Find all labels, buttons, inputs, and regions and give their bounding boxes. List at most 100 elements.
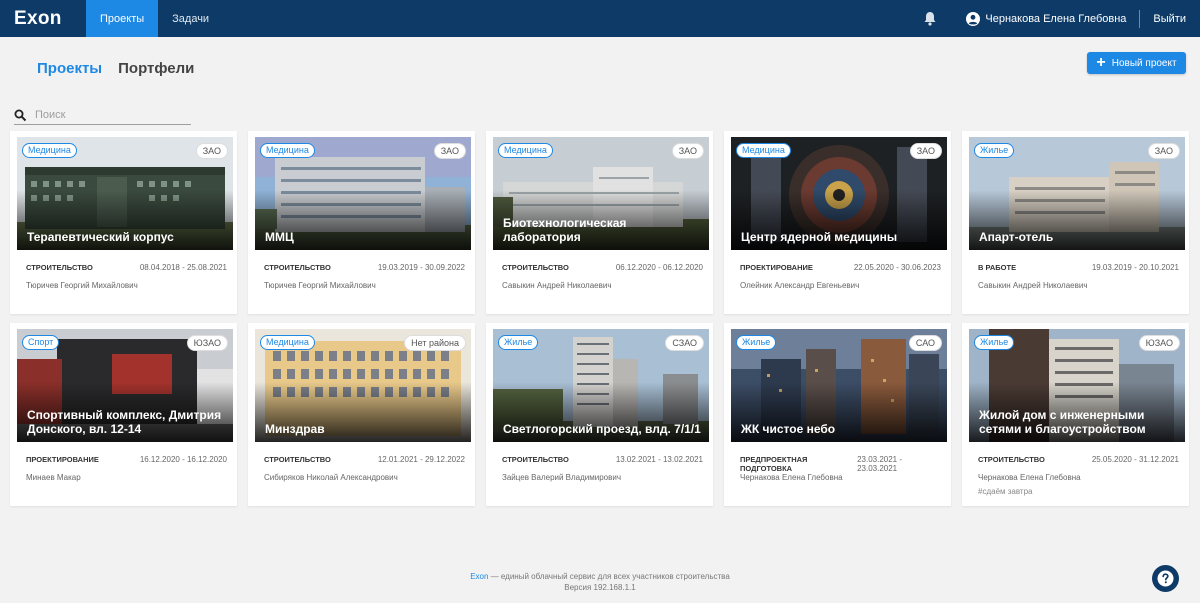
project-manager: Савыкин Андрей Николаевич <box>978 281 1088 290</box>
project-card[interactable]: Медицина ЗАО Биотехнологическая лаборато… <box>486 131 713 314</box>
category-tag[interactable]: Медицина <box>498 143 553 158</box>
new-project-label: Новый проект <box>1111 57 1177 69</box>
project-card[interactable]: Медицина ЗАО ММЦ СТРОИТЕЛЬСТВО 19.03.201… <box>248 131 475 314</box>
project-image: Медицина Нет района Минздрав <box>255 329 471 442</box>
project-image: Медицина ЗАО Терапевтический корпус <box>17 137 233 250</box>
nav-tab-tasks[interactable]: Задачи <box>158 0 223 37</box>
category-tag[interactable]: Жилье <box>498 335 539 350</box>
project-manager: Сибиряков Николай Александрович <box>264 473 398 482</box>
project-stage: СТРОИТЕЛЬСТВО <box>264 263 331 272</box>
project-dates: 19.03.2019 - 30.09.2022 <box>377 263 465 272</box>
category-tag[interactable]: Медицина <box>260 143 315 158</box>
project-grid: Медицина ЗАО Терапевтический корпус СТРО… <box>10 131 1189 506</box>
user-menu[interactable]: Чернакова Елена Глебовна <box>966 11 1126 26</box>
category-tag[interactable]: Жилье <box>736 335 777 350</box>
project-stage: СТРОИТЕЛЬСТВО <box>264 455 331 464</box>
nav-tab-projects[interactable]: Проекты <box>86 0 159 37</box>
logout-link[interactable]: Выйти <box>1153 13 1186 25</box>
project-card[interactable]: Медицина Нет района Минздрав СТРОИТЕЛЬСТ… <box>248 323 475 506</box>
project-hashtag[interactable]: #сдаём завтра <box>978 487 1033 496</box>
project-image: Спорт ЮЗАО Спортивный комплекс, Дмитрия … <box>17 329 233 442</box>
project-title[interactable]: Биотехнологическая лаборатория <box>503 216 701 244</box>
project-title[interactable]: Минздрав <box>265 422 463 436</box>
tab-projects[interactable]: Проекты <box>37 60 102 77</box>
project-stage: СТРОИТЕЛЬСТВО <box>26 263 93 272</box>
project-dates: 25.05.2020 - 31.12.2021 <box>1091 455 1179 464</box>
project-dates: 06.12.2020 - 06.12.2020 <box>615 263 703 272</box>
project-stage: ПРОЕКТИРОВАНИЕ <box>26 455 99 464</box>
project-title[interactable]: Центр ядерной медицины <box>741 230 939 244</box>
project-title[interactable]: Спортивный комплекс, Дмитрия Донского, в… <box>27 408 225 436</box>
nav-divider <box>1139 9 1141 28</box>
project-card[interactable]: Жилье САО ЖК чистое небо ПРЕДПРОЕКТНАЯ П… <box>724 323 951 506</box>
help-icon <box>1157 570 1174 587</box>
project-title[interactable]: ММЦ <box>265 230 463 244</box>
footer: Exon — единый облачный сервис для всех у… <box>0 571 1200 593</box>
category-tag[interactable]: Медицина <box>22 143 77 158</box>
footer-brand-link[interactable]: Exon <box>470 572 488 581</box>
footer-version: Версия 192.168.1.1 <box>564 583 636 592</box>
district-badge: ЗАО <box>1147 143 1180 159</box>
project-dates: 19.03.2019 - 20.10.2021 <box>1091 263 1179 272</box>
project-manager: Зайцев Валерий Владимирович <box>502 473 622 482</box>
project-meta: СТРОИТЕЛЬСТВО 13.02.2021 - 13.02.2021 <box>502 455 703 464</box>
project-card[interactable]: Спорт ЮЗАО Спортивный комплекс, Дмитрия … <box>10 323 237 506</box>
new-project-button[interactable]: + Новый проект <box>1087 52 1186 74</box>
project-image: Жилье ЮЗАО Жилой дом с инженерными сетям… <box>969 329 1185 442</box>
project-stage: В РАБОТЕ <box>978 263 1017 272</box>
project-stage: СТРОИТЕЛЬСТВО <box>502 455 569 464</box>
search-icon <box>14 109 27 121</box>
top-navbar: Exon Проекты Задачи Чернакова Елена Глеб… <box>0 0 1200 37</box>
project-meta: СТРОИТЕЛЬСТВО 12.01.2021 - 29.12.2022 <box>264 455 465 464</box>
plus-icon: + <box>1096 54 1106 71</box>
project-manager: Савыкин Андрей Николаевич <box>502 281 612 290</box>
search-bar[interactable] <box>14 106 191 125</box>
project-meta: ПРОЕКТИРОВАНИЕ 22.05.2020 - 30.06.2023 <box>740 263 941 272</box>
project-card[interactable]: Жилье СЗАО Светлогорский проезд, влд. 7/… <box>486 323 713 506</box>
category-tag[interactable]: Медицина <box>736 143 791 158</box>
user-avatar-icon <box>966 11 981 26</box>
search-input[interactable] <box>35 109 185 121</box>
project-image: Медицина ЗАО ММЦ <box>255 137 471 250</box>
district-badge: СЗАО <box>665 335 704 351</box>
footer-tagline: — единый облачный сервис для всех участн… <box>488 572 730 581</box>
project-card[interactable]: Медицина ЗАО Центр ядерной медицины ПРОЕ… <box>724 131 951 314</box>
project-title[interactable]: Апарт-отель <box>979 230 1177 244</box>
district-badge: ЗАО <box>909 143 942 159</box>
page-tabs: Проекты Портфели <box>37 60 194 77</box>
district-badge: ЮЗАО <box>1138 335 1180 351</box>
project-dates: 16.12.2020 - 16.12.2020 <box>139 455 227 464</box>
project-dates: 13.02.2021 - 13.02.2021 <box>615 455 703 464</box>
project-dates: 23.03.2021 - 23.03.2021 <box>857 455 903 473</box>
project-image: Жилье ЗАО Апарт-отель <box>969 137 1185 250</box>
project-manager: Чернакова Елена Глебовна <box>740 473 843 482</box>
category-tag[interactable]: Медицина <box>260 335 315 350</box>
project-stage: ПРЕДПРОЕКТНАЯ ПОДГОТОВКА <box>740 455 808 473</box>
district-badge: САО <box>908 335 942 351</box>
project-title[interactable]: Жилой дом с инженерными сетями и благоус… <box>979 408 1177 436</box>
help-button[interactable] <box>1152 565 1179 592</box>
project-title[interactable]: Терапевтический корпус <box>27 230 225 244</box>
district-badge: ЮЗАО <box>186 335 228 351</box>
project-image: Жилье СЗАО Светлогорский проезд, влд. 7/… <box>493 329 709 442</box>
project-card[interactable]: Жилье ЗАО Апарт-отель В РАБОТЕ 19.03.201… <box>962 131 1189 314</box>
project-meta: В РАБОТЕ 19.03.2019 - 20.10.2021 <box>978 263 1179 272</box>
project-meta: СТРОИТЕЛЬСТВО 06.12.2020 - 06.12.2020 <box>502 263 703 272</box>
project-manager: Олейник Александр Евгеньевич <box>740 281 860 290</box>
tab-portfolios[interactable]: Портфели <box>118 60 194 77</box>
project-image: Жилье САО ЖК чистое небо <box>731 329 947 442</box>
project-card[interactable]: Медицина ЗАО Терапевтический корпус СТРО… <box>10 131 237 314</box>
project-dates: 22.05.2020 - 30.06.2023 <box>853 263 941 272</box>
footer-tagline-line: Exon — единый облачный сервис для всех у… <box>0 571 1200 582</box>
category-tag[interactable]: Жилье <box>974 143 1015 158</box>
project-card[interactable]: Жилье ЮЗАО Жилой дом с инженерными сетям… <box>962 323 1189 506</box>
project-meta: СТРОИТЕЛЬСТВО 19.03.2019 - 30.09.2022 <box>264 263 465 272</box>
project-title[interactable]: ЖК чистое небо <box>741 422 939 436</box>
project-manager: Тюричев Георгий Михайлович <box>264 281 376 290</box>
bell-icon[interactable] <box>922 11 938 27</box>
project-meta: ПРОЕКТИРОВАНИЕ 16.12.2020 - 16.12.2020 <box>26 455 227 464</box>
category-tag[interactable]: Спорт <box>22 335 60 350</box>
project-title[interactable]: Светлогорский проезд, влд. 7/1/1 <box>503 422 701 436</box>
category-tag[interactable]: Жилье <box>974 335 1015 350</box>
logo[interactable]: Exon <box>14 8 86 30</box>
